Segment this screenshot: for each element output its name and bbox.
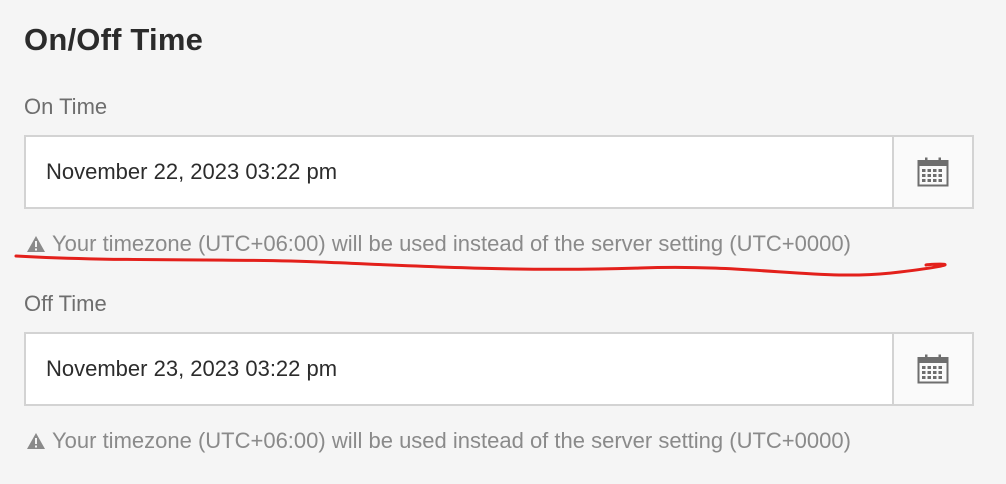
off-time-help-text: Your timezone (UTC+06:00) will be used i… [52,428,851,453]
off-time-field: November 23, 2023 03:22 pm [24,332,974,406]
on-time-input[interactable]: November 22, 2023 03:22 pm [26,137,892,207]
on-time-help-text: Your timezone (UTC+06:00) will be used i… [52,231,851,256]
on-off-time-panel: On/Off Time On Time November 22, 2023 03… [0,0,1006,484]
on-time-field: November 22, 2023 03:22 pm [24,135,974,209]
on-time-label: On Time [24,94,108,119]
on-time-timezone-help: Your timezone (UTC+06:00) will be used i… [26,231,851,257]
off-time-timezone-help: Your timezone (UTC+06:00) will be used i… [26,428,851,454]
calendar-icon [917,157,949,187]
annotation-stroke [14,254,947,277]
alert-triangle-icon [26,432,46,450]
off-time-calendar-button[interactable] [892,334,972,404]
on-time-calendar-button[interactable] [892,137,972,207]
section-title: On/Off Time [24,22,204,57]
alert-triangle-icon [26,235,46,253]
off-time-label: Off Time [24,291,107,316]
off-time-input[interactable]: November 23, 2023 03:22 pm [26,334,892,404]
calendar-icon [917,354,949,384]
